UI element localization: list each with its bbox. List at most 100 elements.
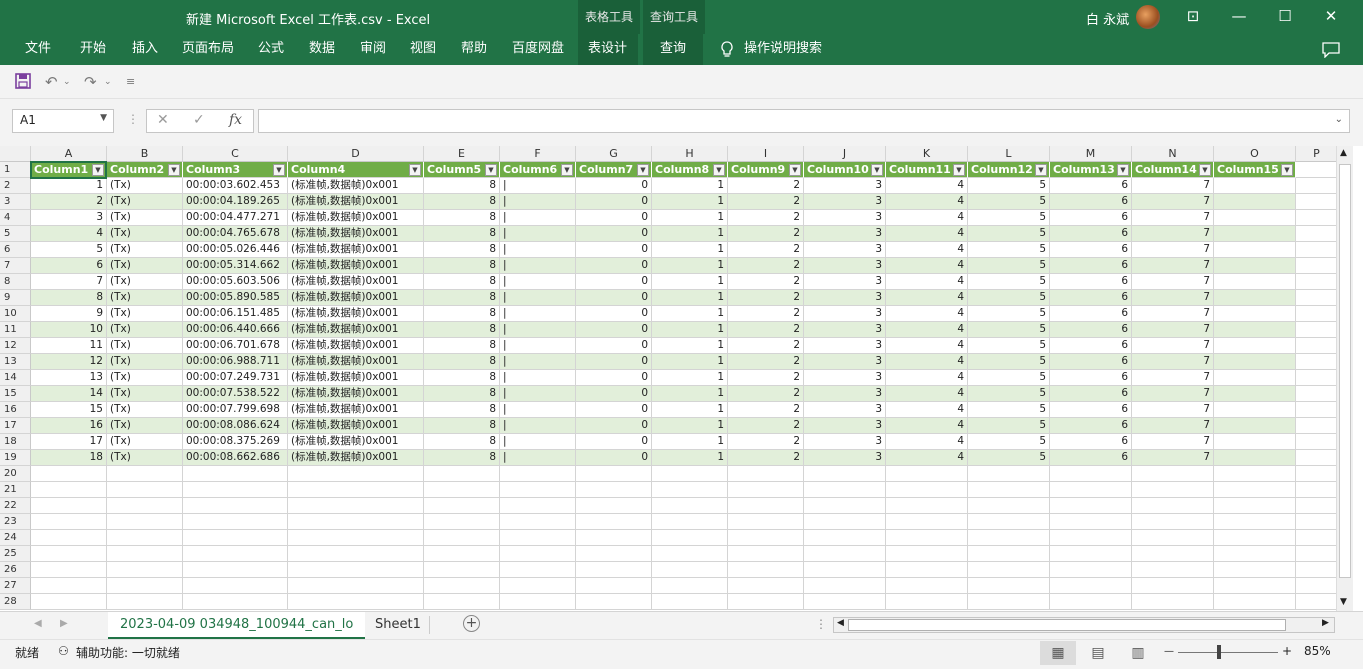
table-cell[interactable]: 4 <box>886 418 968 434</box>
empty-cell[interactable] <box>288 466 424 482</box>
table-cell[interactable]: 6 <box>1050 178 1132 194</box>
empty-cell[interactable] <box>500 562 576 578</box>
table-cell[interactable]: 4 <box>31 226 107 242</box>
table-cell[interactable]: 3 <box>804 386 886 402</box>
empty-cell[interactable] <box>1296 418 1336 434</box>
table-cell[interactable]: 3 <box>804 450 886 466</box>
table-cell[interactable]: 1 <box>652 418 728 434</box>
table-cell[interactable]: 7 <box>1132 354 1214 370</box>
table-cell[interactable]: 00:00:06.701.678 <box>183 338 288 354</box>
table-cell[interactable]: 4 <box>886 290 968 306</box>
table-cell[interactable]: (Tx) <box>107 178 183 194</box>
table-cell[interactable]: 00:00:03.602.453 <box>183 178 288 194</box>
table-cell[interactable]: 6 <box>1050 290 1132 306</box>
table-cell[interactable]: 2 <box>728 370 804 386</box>
table-cell[interactable]: 5 <box>968 370 1050 386</box>
table-cell[interactable]: (标准帧,数据帧)0x001 <box>288 226 424 242</box>
table-cell[interactable]: 4 <box>886 274 968 290</box>
table-cell[interactable]: 5 <box>968 274 1050 290</box>
table-cell[interactable]: 1 <box>652 386 728 402</box>
prev-sheet-icon[interactable]: ◀ <box>34 618 42 629</box>
scroll-down-icon[interactable]: ▼ <box>1340 597 1347 607</box>
empty-cell[interactable] <box>804 466 886 482</box>
table-cell[interactable]: (标准帧,数据帧)0x001 <box>288 178 424 194</box>
empty-cell[interactable] <box>183 594 288 610</box>
empty-cell[interactable] <box>1296 450 1336 466</box>
column-header-N[interactable]: N <box>1132 146 1214 162</box>
table-header-cell[interactable]: Column4 ▼ <box>288 162 424 178</box>
table-cell[interactable]: 1 <box>652 290 728 306</box>
table-cell[interactable]: (标准帧,数据帧)0x001 <box>288 306 424 322</box>
table-cell[interactable]: (Tx) <box>107 370 183 386</box>
empty-cell[interactable] <box>1296 546 1336 562</box>
empty-cell[interactable] <box>500 482 576 498</box>
table-cell[interactable]: 5 <box>968 402 1050 418</box>
empty-cell[interactable] <box>804 482 886 498</box>
empty-cell[interactable] <box>31 578 107 594</box>
table-cell[interactable]: 5 <box>968 434 1050 450</box>
table-cell[interactable]: (Tx) <box>107 338 183 354</box>
table-cell[interactable] <box>1214 210 1296 226</box>
empty-cell[interactable] <box>288 514 424 530</box>
empty-cell[interactable] <box>652 578 728 594</box>
empty-cell[interactable] <box>576 546 652 562</box>
empty-cell[interactable] <box>1296 514 1336 530</box>
empty-cell[interactable] <box>652 466 728 482</box>
next-sheet-icon[interactable]: ▶ <box>60 618 68 629</box>
empty-cell[interactable] <box>1296 562 1336 578</box>
table-cell[interactable] <box>1214 274 1296 290</box>
empty-cell[interactable] <box>288 498 424 514</box>
table-cell[interactable]: 00:00:07.799.698 <box>183 402 288 418</box>
empty-cell[interactable] <box>1296 466 1336 482</box>
empty-cell[interactable] <box>1132 498 1214 514</box>
empty-cell[interactable] <box>728 530 804 546</box>
empty-cell[interactable] <box>107 530 183 546</box>
empty-cell[interactable] <box>1132 594 1214 610</box>
empty-cell[interactable] <box>107 594 183 610</box>
table-cell[interactable]: 3 <box>804 434 886 450</box>
ribbon-display-options-button[interactable]: ⊡ <box>1170 0 1216 34</box>
table-cell[interactable]: 4 <box>886 322 968 338</box>
table-header-cell[interactable]: Column2 ▼ <box>107 162 183 178</box>
empty-cell[interactable] <box>1296 194 1336 210</box>
empty-cell[interactable] <box>1296 338 1336 354</box>
table-cell[interactable]: 16 <box>31 418 107 434</box>
table-header-cell[interactable]: Column11 ▼ <box>886 162 968 178</box>
empty-cell[interactable] <box>804 562 886 578</box>
empty-cell[interactable] <box>886 466 968 482</box>
filter-dropdown-icon[interactable]: ▼ <box>713 164 725 176</box>
table-cell[interactable]: 2 <box>31 194 107 210</box>
empty-cell[interactable] <box>31 498 107 514</box>
table-cell[interactable]: 2 <box>728 386 804 402</box>
accessibility-status[interactable]: 辅助功能: 一切就绪 <box>76 644 180 661</box>
empty-cell[interactable] <box>183 530 288 546</box>
empty-cell[interactable] <box>1214 578 1296 594</box>
table-cell[interactable] <box>1214 290 1296 306</box>
table-cell[interactable]: 15 <box>31 402 107 418</box>
empty-cell[interactable] <box>288 594 424 610</box>
save-icon[interactable] <box>15 73 31 93</box>
horizontal-scroll-thumb[interactable] <box>848 619 1286 631</box>
table-cell[interactable]: 6 <box>1050 194 1132 210</box>
column-header-C[interactable]: C <box>183 146 288 162</box>
table-cell[interactable]: 4 <box>886 178 968 194</box>
table-cell[interactable] <box>1214 178 1296 194</box>
table-cell[interactable]: 7 <box>1132 226 1214 242</box>
table-cell[interactable] <box>1214 306 1296 322</box>
row-header[interactable]: 16 <box>0 402 31 418</box>
table-cell[interactable]: 3 <box>804 306 886 322</box>
table-cell[interactable] <box>1214 322 1296 338</box>
empty-cell[interactable] <box>652 482 728 498</box>
table-cell[interactable]: 3 <box>804 402 886 418</box>
table-cell[interactable]: 6 <box>1050 370 1132 386</box>
table-cell[interactable]: (Tx) <box>107 418 183 434</box>
table-cell[interactable]: 4 <box>886 210 968 226</box>
table-cell[interactable]: 1 <box>31 178 107 194</box>
redo-dropdown-icon[interactable]: ⌄ <box>104 77 112 87</box>
table-cell[interactable]: 00:00:06.151.485 <box>183 306 288 322</box>
table-cell[interactable]: 0 <box>576 434 652 450</box>
table-cell[interactable]: 00:00:08.086.624 <box>183 418 288 434</box>
table-cell[interactable]: 7 <box>1132 306 1214 322</box>
table-cell[interactable]: | <box>500 226 576 242</box>
empty-cell[interactable] <box>1214 594 1296 610</box>
